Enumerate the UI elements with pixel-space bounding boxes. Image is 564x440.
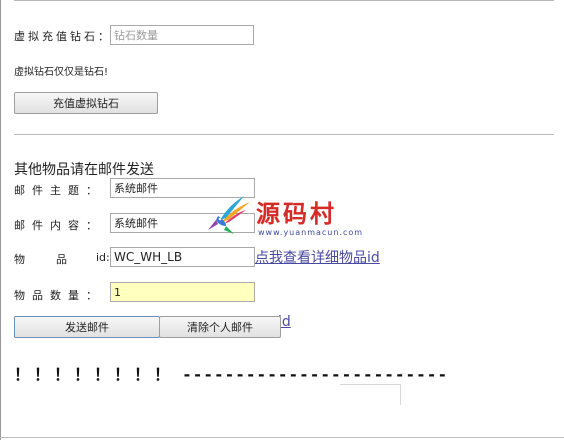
watermark-text: 源码村 bbox=[256, 199, 337, 228]
site-watermark: 源码村 www.yuanmacun.com bbox=[204, 190, 374, 248]
item-label-char-2: 品 bbox=[56, 253, 67, 266]
window-left-border bbox=[0, 0, 1, 440]
diamond-amount-input[interactable] bbox=[110, 25, 254, 45]
recharge-note: 虚拟钻石仅仅是钻石! bbox=[14, 67, 109, 78]
mail-subject-label: 邮件主题： bbox=[14, 184, 104, 197]
view-item-ids-link[interactable]: 点我查看详细物品id bbox=[255, 247, 380, 267]
footer-text: ！！！！！！！！ ------------------------- bbox=[14, 365, 450, 384]
clear-personal-mail-button[interactable]: 清除个人邮件 bbox=[159, 316, 281, 338]
footer-faint-line bbox=[400, 373, 404, 374]
send-mail-button[interactable]: 发送邮件 bbox=[14, 316, 160, 338]
mail-content-label: 邮件内容： bbox=[14, 219, 104, 232]
item-id-label: id: bbox=[96, 251, 110, 264]
window-bottom-border bbox=[0, 437, 564, 438]
top-divider bbox=[14, 0, 554, 1]
recharge-diamond-button[interactable]: 充值虚拟钻石 bbox=[14, 92, 158, 114]
mail-section-title: 其他物品请在邮件发送 bbox=[14, 162, 154, 178]
item-quantity-input[interactable] bbox=[110, 282, 255, 302]
item-quantity-label: 物品数量： bbox=[14, 289, 104, 302]
item-id-input[interactable] bbox=[110, 247, 255, 267]
hummingbird-logo-icon bbox=[208, 196, 250, 234]
recharge-label: 虚拟充值钻石： bbox=[14, 30, 112, 43]
watermark-url: www.yuanmacun.com bbox=[258, 228, 364, 237]
footer-faint-box bbox=[340, 384, 401, 405]
item-label-char-1: 物 bbox=[14, 253, 25, 266]
section-divider bbox=[14, 134, 554, 135]
